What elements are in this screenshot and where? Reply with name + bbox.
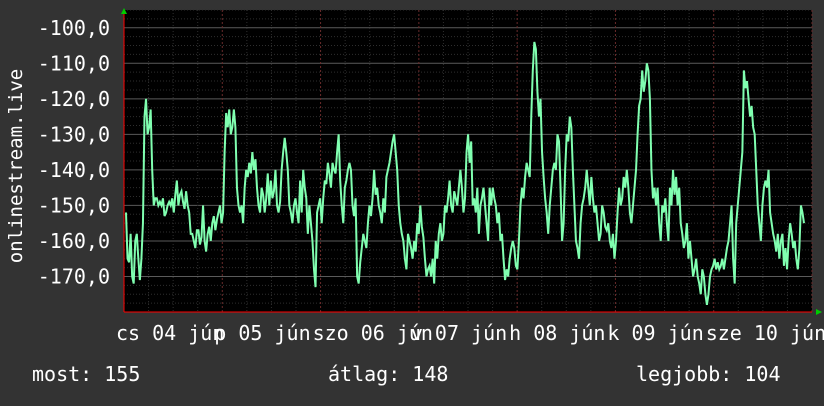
y-tick-labels: -100,0 -110,0 -120,0 -130,0 -140,0 -150,0 -160… bbox=[38, 16, 110, 289]
x-axis-arrow bbox=[816, 309, 822, 315]
x-tick-labels: cs 04 júnp 05 jún szo 06 júnv 07 jún h 08 … bbox=[116, 321, 824, 345]
y-axis-label: onlinestream.live bbox=[5, 69, 27, 263]
chart-svg: -100,0 -110,0 -120,0 -130,0 -140,0 -150,0 -160… bbox=[5, 8, 824, 345]
x-tick-label: cs 04 jún bbox=[116, 321, 224, 345]
current-stat: most: 155 bbox=[32, 362, 141, 386]
y-tick-label: -120,0 bbox=[38, 87, 110, 111]
y-tick-label: -170,0 bbox=[38, 264, 110, 288]
y-tick-label: -150,0 bbox=[38, 193, 110, 217]
x-tick-label: sze 10 jún bbox=[706, 321, 824, 345]
best-stat: legjobb: 104 bbox=[636, 362, 781, 386]
y-tick-label: -100,0 bbox=[38, 16, 110, 40]
average-stat: átlag: 148 bbox=[328, 362, 449, 386]
y-tick-label: -130,0 bbox=[38, 122, 110, 146]
y-tick-label: -140,0 bbox=[38, 158, 110, 182]
x-tick-label: h 08 jún bbox=[509, 321, 605, 345]
y-tick-label: -110,0 bbox=[38, 51, 110, 75]
x-tick-label: v 07 jún bbox=[411, 321, 507, 345]
x-tick-label: p 05 jún bbox=[214, 321, 310, 345]
y-tick-label: -160,0 bbox=[38, 229, 110, 253]
x-tick-label: k 09 jún bbox=[607, 321, 703, 345]
chart-container: -100,0 -110,0 -120,0 -130,0 -140,0 -150,0 -160… bbox=[0, 0, 824, 402]
